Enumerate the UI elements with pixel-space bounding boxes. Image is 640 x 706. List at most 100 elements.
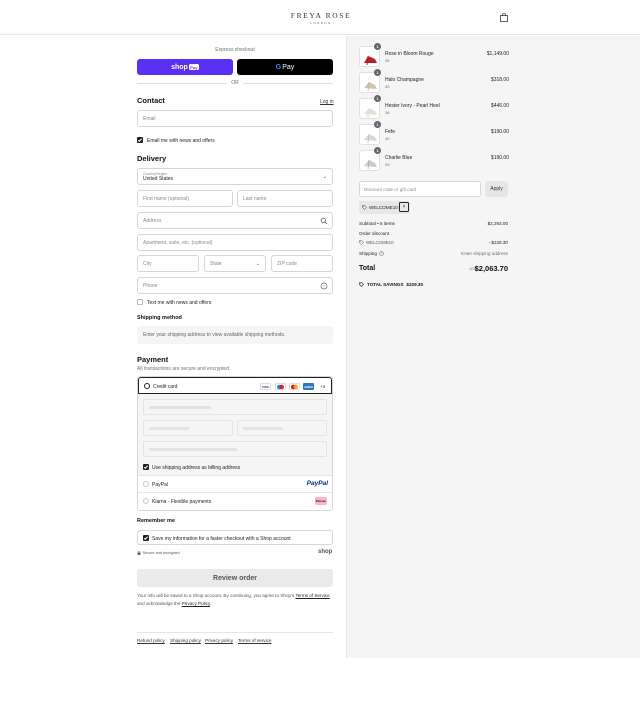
applied-code-text: WELCOME10 <box>369 205 398 210</box>
quantity-badge: 1 <box>374 95 381 102</box>
privacy-policy-link[interactable]: Privacy Policy <box>182 601 210 606</box>
name-on-card-field[interactable] <box>143 441 327 457</box>
product-name: Charlie Blue <box>385 155 413 161</box>
maestro-icon <box>275 383 286 390</box>
payment-subtitle: All transactions are secure and encrypte… <box>137 366 231 372</box>
brand-name: FREYA ROSE <box>290 11 352 20</box>
card-number-field[interactable] <box>143 399 327 415</box>
shop-pay-button[interactable]: shop Pay <box>137 59 233 75</box>
help-circle-icon[interactable]: ? <box>320 282 328 290</box>
paypal-label: PayPal <box>152 482 168 488</box>
product-size: 39 <box>385 162 390 167</box>
apartment-field[interactable]: Apartment, suite, etc. (optional) <box>137 234 333 251</box>
paypal-option[interactable]: PayPal PayPal <box>138 475 332 492</box>
phone-field[interactable]: Phone ? <box>137 277 333 294</box>
shop-pay-badge: Pay <box>188 64 199 70</box>
klarna-logo: Klarna. <box>315 497 327 505</box>
terms-text-1: Your info will be saved to a Shop accoun… <box>137 593 296 598</box>
product-name: Halo Champagne <box>385 77 424 83</box>
cart-item: 1 Rose in Bloom Rouge 35 $1,149.00 <box>359 43 509 70</box>
product-size: 40 <box>385 84 390 89</box>
more-cards-badge: +4 <box>320 384 326 389</box>
first-name-field[interactable]: First name (optional) <box>137 190 233 207</box>
remember-me-label: Save my information for a faster checkou… <box>152 536 291 542</box>
klarna-option[interactable]: Klarna - Flexible payments Klarna. <box>138 492 332 509</box>
phone-placeholder: Phone <box>143 282 158 289</box>
savings-value: $229.30 <box>406 282 424 287</box>
tag-icon <box>359 282 364 287</box>
discount-code-label: WELCOME10 <box>366 240 394 245</box>
shipping-method-message: Enter your shipping address to view avai… <box>137 326 333 344</box>
product-name: Fefe <box>385 129 396 135</box>
email-news-label: Email me with news and offers <box>147 138 215 144</box>
product-name: Rose in Bloom Rouge <box>385 51 434 57</box>
terms-text-3: . <box>209 600 212 606</box>
discount-value: - $229.30 <box>488 240 508 245</box>
zip-field[interactable]: ZIP code <box>271 255 333 272</box>
tag-icon <box>359 240 364 245</box>
lock-icon <box>137 551 141 555</box>
google-g-icon: G <box>275 63 282 71</box>
google-pay-button[interactable]: G Pay <box>237 59 333 75</box>
product-price: $190.00 <box>490 129 509 135</box>
terms-of-service-footer-link[interactable]: Terms of service <box>238 638 271 643</box>
privacy-policy-footer-link[interactable]: Privacy policy <box>205 638 233 643</box>
shop-pay-text: shop <box>171 63 188 71</box>
country-value: United States <box>143 175 174 182</box>
expiry-field[interactable] <box>143 420 233 436</box>
credit-card-option[interactable]: Credit card VISA AMEX +4 <box>138 377 332 394</box>
discount-code-input[interactable]: Discount code or gift card <box>359 181 481 197</box>
last-name-field[interactable]: Last name <box>237 190 333 207</box>
state-select[interactable]: State ⌄ <box>204 255 266 272</box>
email-field[interactable]: Email <box>137 110 333 127</box>
billing-same-label: Use shipping address as billing address <box>152 465 241 471</box>
cart-item: 1 Charlie Blue 39 $190.00 <box>359 147 509 174</box>
credit-card-radio[interactable] <box>144 383 150 389</box>
security-code-field[interactable] <box>237 420 327 436</box>
shop-terms-note: Your info will be saved to a Shop accoun… <box>137 592 337 607</box>
klarna-radio[interactable] <box>143 498 149 504</box>
secure-text: Secure and encrypted <box>142 551 180 555</box>
total-savings: TOTAL SAVINGS $229.30 <box>359 282 423 287</box>
country-select[interactable]: Country/Region United States ⌄ <box>137 168 333 185</box>
state-placeholder: State <box>210 260 222 267</box>
google-pay-text: Pay <box>282 63 295 71</box>
express-checkout-label: Express checkout <box>215 47 255 53</box>
shipping-value: Enter shipping address <box>461 251 508 256</box>
product-size: 36 <box>385 110 390 115</box>
city-field[interactable]: City <box>137 255 199 272</box>
amex-icon: AMEX <box>303 383 314 390</box>
product-price: $446.00 <box>490 103 509 109</box>
apply-discount-button[interactable]: Apply <box>485 181 508 197</box>
address-field[interactable]: Address <box>137 212 333 229</box>
brand-logo[interactable]: FREYA ROSE LONDON <box>286 11 356 25</box>
remove-discount-icon[interactable]: × <box>399 202 409 212</box>
secure-note: Secure and encrypted <box>137 551 180 555</box>
total-label: Total <box>359 265 376 272</box>
applied-discount-chip: WELCOME10 × <box>359 201 410 214</box>
review-order-button[interactable]: Review order <box>137 569 333 587</box>
or-text: OR <box>231 80 239 86</box>
quantity-badge: 1 <box>374 43 381 50</box>
shopping-bag-icon[interactable] <box>500 13 508 22</box>
tag-icon <box>362 205 367 210</box>
product-size: 35 <box>385 58 390 63</box>
login-link[interactable]: Log in <box>320 99 334 105</box>
refund-policy-link[interactable]: Refund policy <box>137 638 165 643</box>
remember-me-title: Remember me <box>137 518 175 524</box>
remember-me-checkbox[interactable] <box>143 535 149 541</box>
klarna-label: Klarna - Flexible payments <box>152 499 212 505</box>
shipping-policy-link[interactable]: Shipping policy <box>170 638 201 643</box>
terms-of-service-link[interactable]: Terms of Service <box>295 593 329 598</box>
svg-text:?: ? <box>381 252 383 256</box>
billing-same-checkbox[interactable] <box>143 464 149 470</box>
total-value: $2,063.70 <box>474 264 508 273</box>
sms-news-checkbox[interactable] <box>137 299 143 305</box>
help-circle-icon[interactable]: ? <box>379 251 384 256</box>
chevron-down-icon: ⌄ <box>255 261 260 267</box>
credit-card-label: Credit card <box>153 384 178 390</box>
paypal-radio[interactable] <box>143 481 149 487</box>
cart-item: 1 Halo Champagne 40 $318.00 <box>359 69 509 96</box>
email-news-checkbox[interactable] <box>137 137 143 143</box>
paypal-logo: PayPal <box>306 480 328 487</box>
